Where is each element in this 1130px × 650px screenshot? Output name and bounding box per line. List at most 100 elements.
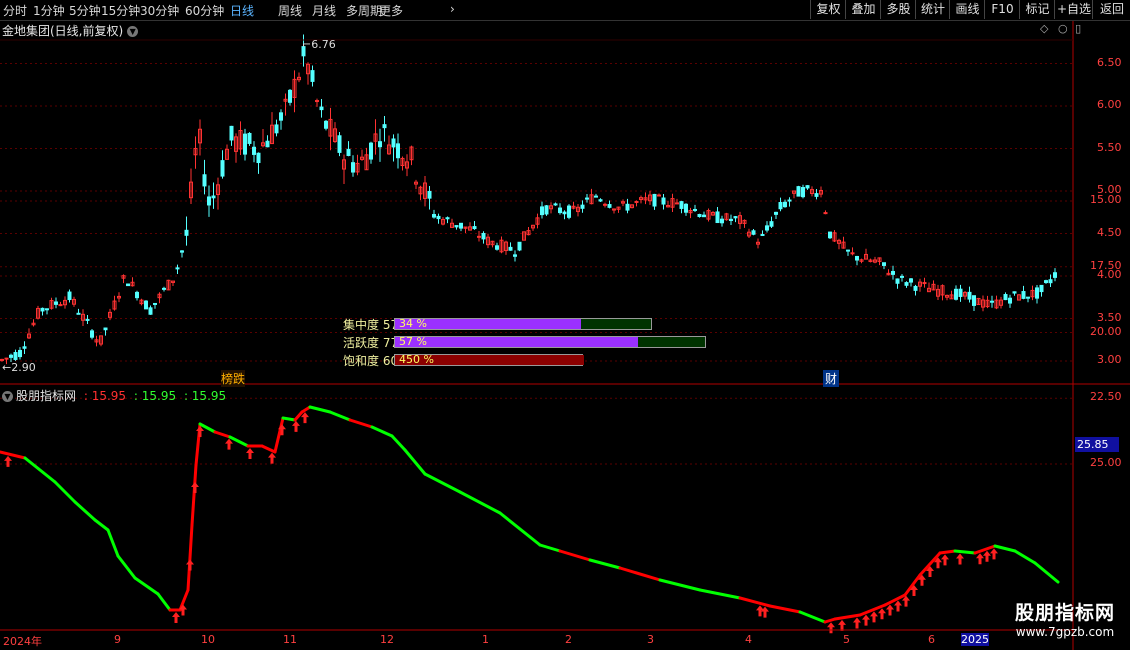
candle-body	[882, 262, 886, 266]
panel-icon[interactable]: ▯	[1075, 22, 1081, 35]
candle-body	[382, 124, 387, 129]
candle-body	[45, 308, 49, 311]
candle-body	[211, 195, 216, 199]
toolbar-button-6[interactable]: 标记	[1019, 0, 1055, 19]
buy-arrow-icon	[186, 559, 194, 571]
candle-body	[657, 194, 661, 197]
buy-arrow-icon	[191, 482, 199, 493]
indicator-segment	[348, 418, 374, 429]
time-tick-label: 5	[843, 633, 850, 646]
price-tick-label: 4.50	[1097, 225, 1122, 239]
time-tick-label: 9	[114, 633, 121, 646]
candle-body	[787, 199, 792, 202]
timeframe-tab-10[interactable]: 更多	[379, 2, 403, 19]
timeframe-tab-2[interactable]: 5分钟	[69, 2, 101, 19]
candle-body	[256, 152, 261, 164]
candle-body	[288, 89, 292, 103]
buy-arrow-icon	[246, 448, 254, 459]
candle-body	[427, 190, 432, 199]
candle-body	[202, 174, 207, 187]
event-cai-label[interactable]: 财	[823, 370, 840, 387]
buy-arrow-icon	[894, 600, 902, 612]
toolbar-button-3[interactable]: 统计	[915, 0, 950, 19]
candle-body	[558, 207, 562, 214]
more-chevron-icon[interactable]: ›	[450, 2, 455, 16]
indicator-segment	[618, 566, 662, 582]
indicator-segment	[260, 444, 277, 454]
circle-icon[interactable]: ○	[1058, 22, 1068, 35]
toolbar-button-4[interactable]: 画线	[949, 0, 985, 19]
buy-arrow-icon	[886, 604, 894, 616]
candle-body	[175, 267, 180, 270]
price-tick-label: 5.50	[1097, 140, 1122, 154]
chevron-down-icon[interactable]: ▼	[2, 391, 13, 402]
buy-arrow-icon	[976, 553, 984, 565]
candle-body	[454, 225, 459, 228]
indicator-segment	[953, 549, 977, 555]
candle-body	[603, 203, 607, 206]
chevron-down-icon[interactable]: ▼	[127, 26, 139, 37]
candle-body	[508, 246, 513, 251]
stock-title: 金地集团(日线,前复权)	[2, 24, 124, 38]
candle-body	[751, 230, 756, 235]
indicator-name[interactable]: 股朋指标网	[16, 389, 76, 403]
candle-body	[783, 201, 787, 208]
timeframe-tab-1[interactable]: 1分钟	[33, 2, 65, 19]
buy-arrow-icon	[862, 614, 870, 626]
diamond-icon[interactable]: ◇	[1040, 22, 1048, 35]
candle-body	[207, 196, 211, 206]
buy-arrow-icon	[172, 612, 180, 623]
indicator-segment	[73, 500, 97, 522]
toolbar-button-1[interactable]: 叠加	[845, 0, 881, 19]
timeframe-tab-9[interactable]: 多周期	[346, 2, 382, 19]
candle-body	[252, 146, 256, 155]
indicator-segment	[186, 523, 194, 592]
toolbar-button-7[interactable]: +自选	[1054, 0, 1093, 19]
indicator-segment	[328, 410, 352, 422]
candle-body	[697, 214, 702, 218]
timeframe-tab-7[interactable]: 周线	[278, 2, 302, 19]
candle-body	[594, 195, 598, 198]
candle-body	[40, 307, 45, 312]
toolbar-button-5[interactable]: F10	[984, 0, 1020, 19]
candle-body	[54, 301, 58, 305]
indicator-segment	[281, 416, 297, 422]
indicator-segment	[423, 472, 462, 494]
time-tick-label: 4	[745, 633, 752, 646]
toolbar-button-0[interactable]: 复权	[810, 0, 846, 19]
indicator-value-2: : 15.95	[133, 389, 177, 403]
candle-body	[625, 203, 630, 211]
toolbar-button-2[interactable]: 多股	[880, 0, 916, 19]
timeframe-tab-6[interactable]: 日线	[230, 2, 254, 19]
timeframe-tab-3[interactable]: 15分钟	[101, 2, 140, 19]
indicator-segment	[588, 558, 622, 570]
indicator-segment	[1033, 561, 1060, 584]
candle-body	[126, 283, 130, 287]
candle-body	[324, 120, 328, 129]
candle-body	[972, 295, 976, 306]
toolbar-button-8[interactable]: 返回	[1092, 0, 1130, 19]
timeframe-tab-8[interactable]: 月线	[312, 2, 336, 19]
candle-body	[1035, 287, 1039, 299]
timeframe-tab-5[interactable]: 60分钟	[185, 2, 224, 19]
indicator-segment	[798, 610, 827, 624]
indicator-segment	[370, 425, 394, 438]
candle-body	[310, 70, 315, 82]
timeframe-tab-4[interactable]: 30分钟	[140, 2, 179, 19]
candle-body	[769, 221, 774, 227]
chip-label-2: 饱和度 60	[343, 354, 399, 368]
indicator-segment	[698, 588, 742, 600]
time-tick-label: 2	[565, 633, 572, 646]
candle-body	[13, 352, 18, 360]
event-bang-label[interactable]: 榜跌	[221, 370, 246, 387]
buy-arrow-icon	[292, 420, 300, 432]
candle-body	[805, 185, 810, 189]
indicator-value-1: : 15.95	[83, 389, 127, 403]
candle-body	[954, 288, 958, 300]
candle-body	[274, 124, 279, 134]
candle-body	[432, 214, 436, 218]
indicator-value-3: : 15.95	[183, 389, 227, 403]
candle-body	[346, 148, 351, 156]
timeframe-tab-0[interactable]: 分时	[3, 2, 27, 19]
candle-body	[895, 278, 900, 284]
